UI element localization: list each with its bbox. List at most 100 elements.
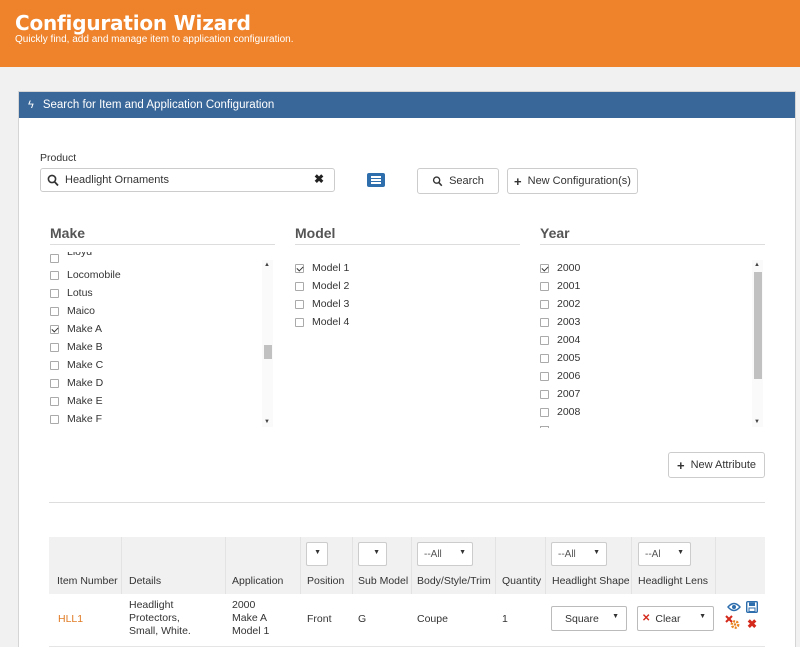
make-checkbox[interactable] — [50, 254, 59, 263]
make-checkbox[interactable] — [50, 325, 59, 334]
year-checkbox[interactable] — [540, 354, 549, 363]
year-checkbox[interactable] — [540, 300, 549, 309]
list-view-icon[interactable] — [367, 173, 385, 187]
new-configuration-button[interactable]: + New Configuration(s) — [507, 168, 638, 194]
scroll-up-icon[interactable]: ▲ — [264, 262, 270, 268]
year-label: 2007 — [557, 388, 581, 400]
make-checkbox[interactable] — [50, 343, 59, 352]
col-headlight-shape[interactable]: Headlight Shape — [552, 575, 630, 587]
make-label: Make C — [67, 359, 104, 371]
delete-icon[interactable]: ✖ — [747, 617, 757, 631]
scroll-up-icon[interactable]: ▲ — [754, 262, 760, 268]
product-label: Product — [40, 152, 77, 164]
search-button[interactable]: Search — [417, 168, 499, 194]
body-value: Coupe — [417, 613, 448, 625]
body-filter-value: --All — [424, 548, 442, 560]
make-label: Maico — [67, 305, 96, 317]
panel-title: Search for Item and Application Configur… — [42, 99, 275, 111]
table-header: ▼ ▼ --All ▼ --All ▼ --Al ▼ Item Number Deta… — [49, 537, 765, 594]
col-item-number[interactable]: Item Number — [57, 575, 118, 587]
model-checkbox[interactable] — [295, 300, 304, 309]
make-label: Lloyd — [67, 252, 93, 258]
make-checkbox[interactable] — [50, 289, 59, 298]
column-separator — [225, 537, 226, 594]
year-scrollbar[interactable]: ▲ ▼ — [752, 260, 763, 427]
new-attribute-button[interactable]: + New Attribute — [668, 452, 765, 478]
column-separator — [352, 537, 353, 594]
year-checkbox[interactable] — [540, 264, 549, 273]
col-body-style-trim[interactable]: Body/Style/Trim — [417, 575, 491, 587]
col-position[interactable]: Position — [307, 575, 344, 587]
position-value: Front — [307, 613, 332, 625]
year-checkbox[interactable] — [540, 408, 549, 417]
year-label: 2000 — [557, 262, 581, 274]
item-number-link[interactable]: HLL1 — [58, 613, 83, 626]
make-checkbox[interactable] — [50, 397, 59, 406]
lens-select-value: Clear — [655, 612, 681, 625]
sub-model-value: G — [358, 613, 367, 625]
sub-model-filter[interactable]: ▼ — [358, 542, 387, 566]
clear-icon[interactable]: ✖ — [314, 172, 324, 186]
column-separator — [121, 537, 122, 594]
make-scrollbar[interactable]: ▲ ▼ — [262, 260, 273, 427]
headlight-lens-select[interactable]: ✕ Clear ▼ — [637, 606, 714, 631]
col-headlight-lens[interactable]: Headlight Lens — [638, 575, 708, 587]
details-line: Headlight — [129, 599, 174, 611]
model-label: Model 1 — [312, 262, 350, 274]
year-checkbox[interactable] — [540, 282, 549, 291]
make-checkbox[interactable] — [50, 379, 59, 388]
plus-icon: + — [514, 173, 522, 189]
model-checkbox[interactable] — [295, 264, 304, 273]
model-checkbox[interactable] — [295, 318, 304, 327]
make-checkbox[interactable] — [50, 361, 59, 370]
save-icon[interactable] — [746, 601, 758, 613]
make-checkbox[interactable] — [50, 415, 59, 424]
headlight-lens-filter[interactable]: --Al ▼ — [638, 542, 691, 566]
view-icon[interactable] — [727, 602, 741, 612]
headlight-shape-select[interactable]: Square ▼ — [551, 606, 627, 631]
year-divider — [540, 244, 765, 245]
scroll-down-icon[interactable]: ▼ — [264, 419, 270, 425]
invalid-x-icon: ✕ — [642, 613, 651, 624]
year-checkbox[interactable] — [540, 372, 549, 381]
product-search-input[interactable] — [65, 172, 305, 188]
settings-delete-icon[interactable] — [725, 615, 741, 630]
search-icon — [432, 176, 443, 187]
body-filter[interactable]: --All ▼ — [417, 542, 473, 566]
year-title: Year — [540, 225, 570, 241]
col-details[interactable]: Details — [129, 575, 161, 587]
model-checkbox[interactable] — [295, 282, 304, 291]
plus-icon: + — [676, 457, 685, 473]
application-line: Model 1 — [232, 625, 270, 637]
headlight-shape-filter[interactable]: --All ▼ — [551, 542, 607, 566]
page-title: Configuration Wizard — [15, 11, 251, 35]
make-label: Make E — [67, 395, 103, 407]
page-subtitle: Quickly find, add and manage item to app… — [15, 34, 294, 45]
make-checkbox[interactable] — [50, 307, 59, 316]
make-label: Make A — [67, 323, 103, 335]
make-divider — [50, 244, 275, 245]
col-application[interactable]: Application — [232, 575, 283, 587]
column-separator — [300, 537, 301, 594]
year-checkbox[interactable] — [540, 318, 549, 327]
details-line: Protectors, — [129, 612, 180, 624]
app-header: Configuration Wizard Quickly find, add a… — [0, 0, 800, 67]
scroll-thumb[interactable] — [264, 345, 272, 359]
col-sub-model[interactable]: Sub Model — [358, 575, 408, 587]
year-checkbox[interactable] — [540, 336, 549, 345]
year-label: 2004 — [557, 334, 581, 346]
model-divider — [295, 244, 520, 245]
col-quantity[interactable]: Quantity — [502, 575, 541, 587]
shape-filter-value: --All — [558, 548, 576, 560]
application-line: Make A — [232, 612, 268, 624]
make-label: Locomobile — [67, 269, 121, 281]
scroll-down-icon[interactable]: ▼ — [754, 419, 760, 425]
year-label: 2005 — [557, 352, 581, 364]
scroll-thumb[interactable] — [754, 272, 762, 379]
search-button-label: Search — [449, 175, 484, 187]
make-title: Make — [50, 225, 86, 241]
position-filter[interactable]: ▼ — [306, 542, 328, 566]
make-checkbox[interactable] — [50, 271, 59, 280]
year-checkbox[interactable] — [540, 390, 549, 399]
product-search-field[interactable]: ✖ — [40, 168, 335, 192]
